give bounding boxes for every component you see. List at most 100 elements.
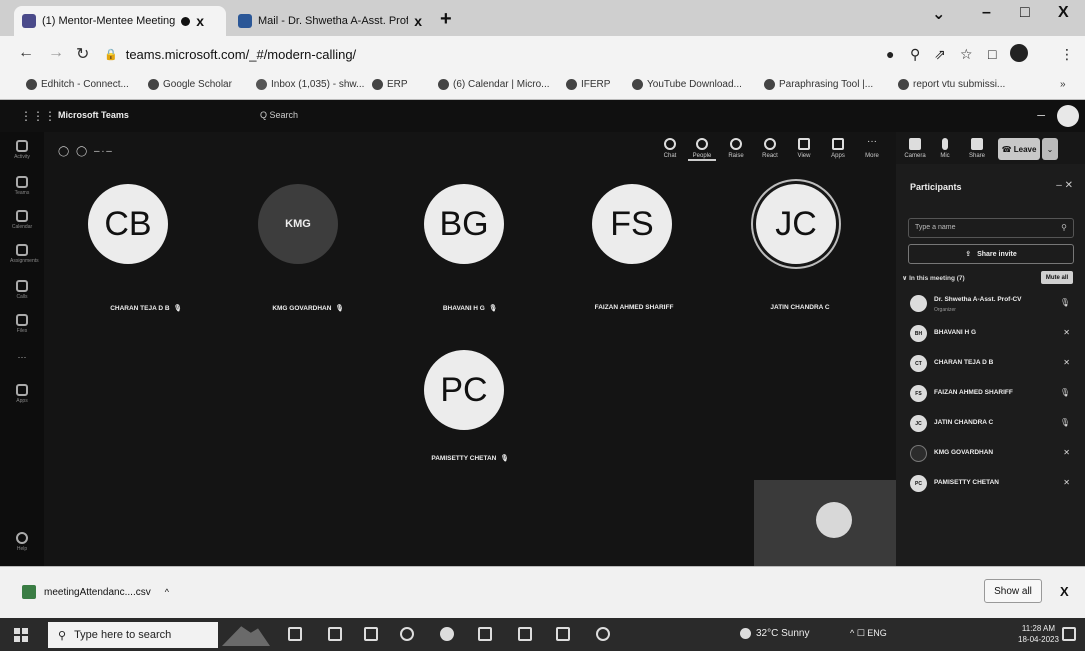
user-avatar[interactable] (1057, 105, 1079, 127)
rail-assignments[interactable]: Assignments (10, 244, 39, 264)
rail-files[interactable]: Files (10, 314, 34, 334)
panel-close-icon[interactable]: – ✕ (1056, 180, 1073, 191)
camera-in-use-icon[interactable]: ● (886, 46, 894, 62)
excel-icon[interactable] (518, 627, 532, 641)
teams-icon (22, 14, 36, 28)
system-tray[interactable]: ^ ☐ ENG (850, 628, 887, 639)
share-invite-button[interactable]: ⇪ Share invite (908, 244, 1074, 264)
download-item[interactable]: meetingAttendanc....csv ^ (22, 585, 169, 599)
participant-name: KMG GOVARDHAN 🎙 (272, 305, 344, 312)
participant-search-input[interactable]: Type a name ⚲ (908, 218, 1074, 238)
taskbar-clock[interactable]: 11:28 AM 18-04-2023 (1018, 623, 1059, 645)
bookmark-item[interactable]: report vtu submissi... (898, 79, 1005, 90)
bookmark-item[interactable]: IFERP (566, 79, 610, 90)
tab-search-chevron-icon[interactable]: ⌄ (932, 4, 945, 24)
participant-avatar: PC (424, 350, 504, 430)
notification-icon[interactable] (1062, 627, 1076, 641)
address-bar[interactable]: 🔒 teams.microsoft.com/_#/modern-calling/ (104, 42, 864, 66)
participant-row[interactable]: BH BHAVANI H G ✕ (910, 322, 1080, 346)
teams-app: ⋮⋮⋮ Microsoft Teams Q Search – Activity … (0, 100, 1085, 566)
maximize-button[interactable]: □ (1020, 4, 1030, 22)
participant-row[interactable]: CT CHARAN TEJA D B ✕ (910, 352, 1080, 376)
view-button[interactable]: View (790, 138, 818, 159)
mic-button[interactable]: Mic (930, 138, 960, 159)
participant-row[interactable]: Dr. Shwetha A-Asst. Prof-CV Organizer 🎙 (910, 292, 1080, 316)
browser-toolbar: ← → ↻ 🔒 teams.microsoft.com/_#/modern-ca… (0, 36, 1085, 72)
taskbar-search-box[interactable]: ⚲ Type here to search (48, 622, 218, 648)
teams-icon (438, 79, 449, 90)
people-button[interactable]: People (688, 138, 716, 161)
windows-start-icon[interactable] (14, 628, 28, 642)
minimize-panel-icon[interactable]: – (1037, 106, 1045, 122)
bookmark-item[interactable]: (6) Calendar | Micro... (438, 79, 550, 90)
task-view-icon[interactable] (288, 627, 302, 641)
minimize-button[interactable]: – (982, 4, 991, 22)
leave-options-button[interactable]: ⌄ (1042, 138, 1058, 160)
rail-calls[interactable]: Calls (10, 280, 34, 300)
rail-apps[interactable]: Apps (10, 384, 34, 404)
camera-button[interactable]: Camera (900, 138, 930, 159)
tab-mail[interactable]: Mail - Dr. Shwetha A-Asst. Prof-C x (230, 6, 430, 36)
weather-widget[interactable]: 32°C Sunny (740, 628, 809, 639)
bookmark-item[interactable]: Google Scholar (148, 79, 232, 90)
side-panel-icon[interactable]: □ (988, 46, 996, 62)
close-tab-icon[interactable]: x (414, 13, 422, 29)
profile-avatar-icon[interactable] (1010, 44, 1028, 62)
meeting-info: ◯ ◯ –∙– (58, 146, 114, 157)
chrome-icon[interactable] (440, 627, 454, 641)
close-window-button[interactable]: X (1058, 4, 1069, 22)
more-button[interactable]: ··· More (858, 137, 886, 160)
in-meeting-header[interactable]: ∨ In this meeting (7) (902, 274, 965, 282)
participant-row[interactable]: PC PAMISETTY CHETAN ✕ (910, 472, 1080, 496)
bookmark-item[interactable]: Edhitch - Connect... (26, 79, 129, 90)
bookmarks-overflow[interactable]: » (1060, 79, 1066, 90)
rail-teams[interactable]: Teams (10, 176, 34, 196)
mic-off-icon: ✕ (1063, 328, 1070, 337)
rail-more[interactable]: ··· (10, 350, 34, 362)
back-arrow-icon[interactable]: ← (18, 44, 34, 62)
show-all-button[interactable]: Show all (984, 579, 1042, 603)
self-view-tile[interactable] (754, 480, 896, 566)
zoom-icon[interactable]: ⚲ (910, 46, 920, 63)
share-button[interactable]: Share (962, 138, 992, 159)
bookmark-star-icon[interactable]: ☆ (960, 46, 973, 63)
share-icon[interactable]: ⇗ (934, 46, 946, 63)
chat-button[interactable]: Chat (656, 138, 684, 159)
participant-row[interactable]: JC JATIN CHANDRA C 🎙 (910, 412, 1080, 436)
reload-icon[interactable]: ↻ (76, 44, 89, 64)
app-icon[interactable] (596, 627, 610, 641)
tab-mentor-meeting[interactable]: (1) Mentor-Mentee Meeting x (14, 6, 226, 36)
menu-dots-icon[interactable]: ⋮ (1060, 46, 1074, 63)
mute-all-button[interactable]: Mute all (1041, 271, 1073, 284)
file-explorer-icon[interactable] (364, 627, 378, 641)
acrobat-icon[interactable] (400, 627, 414, 641)
teams-search-input[interactable]: Q Search (260, 110, 298, 120)
raise-hand-button[interactable]: Raise (722, 138, 750, 159)
bookmark-item[interactable]: Paraphrasing Tool |... (764, 79, 873, 90)
close-tab-icon[interactable]: x (196, 13, 204, 29)
people-icon (696, 138, 708, 150)
chat-icon (664, 138, 676, 150)
rail-activity[interactable]: Activity (10, 140, 34, 160)
rail-help[interactable]: Help (10, 532, 34, 552)
close-download-bar-icon[interactable]: X (1060, 584, 1069, 599)
widgets-icon[interactable] (328, 627, 342, 641)
react-button[interactable]: React (756, 138, 784, 159)
word-icon[interactable] (556, 627, 570, 641)
forward-arrow-icon[interactable]: → (48, 44, 64, 62)
new-tab-button[interactable]: + (440, 8, 452, 31)
phone-icon (16, 280, 28, 292)
participant-name: CHARAN TEJA D B 🎙 (110, 305, 182, 312)
bookmark-item[interactable]: ERP (372, 79, 408, 90)
powerpoint-icon[interactable] (478, 627, 492, 641)
rail-calendar[interactable]: Calendar (10, 210, 34, 230)
participant-name: PAMISETTY CHETAN 🎙 (431, 455, 509, 462)
download-options-icon[interactable]: ^ (165, 587, 169, 597)
participant-row[interactable]: FS FAIZAN AHMED SHARIFF 🎙 (910, 382, 1080, 406)
leave-button[interactable]: ☎ Leave (998, 138, 1040, 160)
participant-row[interactable]: KMG GOVARDHAN ✕ (910, 442, 1080, 466)
apps-button[interactable]: Apps (824, 138, 852, 159)
app-grid-icon[interactable]: ⋮⋮⋮ (20, 109, 56, 123)
bookmark-item[interactable]: Inbox (1,035) - shw... (256, 79, 364, 90)
bookmark-item[interactable]: YouTube Download... (632, 79, 742, 90)
